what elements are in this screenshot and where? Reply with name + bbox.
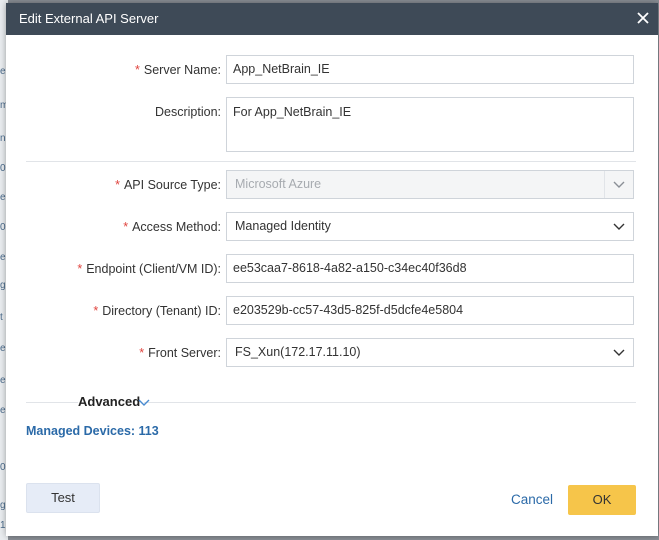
dialog-title: Edit External API Server: [19, 11, 159, 26]
chevron-down-icon[interactable]: [138, 398, 150, 407]
test-button[interactable]: Test: [26, 483, 100, 513]
advanced-toggle[interactable]: Advanced: [78, 394, 145, 409]
description-textarea[interactable]: For App_NetBrain_IE: [226, 97, 634, 152]
endpoint-value: ee53caa7-8618-4a82-a150-c34ec40f36d8: [233, 261, 467, 275]
required-mark: *: [115, 178, 120, 192]
api-source-type-select: Microsoft Azure: [226, 170, 634, 199]
required-mark: *: [123, 220, 129, 234]
required-mark: *: [135, 63, 140, 77]
cancel-button[interactable]: Cancel: [511, 492, 553, 507]
access-method-value: Managed Identity: [235, 219, 331, 233]
dialog-titlebar: Edit External API Server: [6, 3, 658, 35]
endpoint-input[interactable]: ee53caa7-8618-4a82-a150-c34ec40f36d8: [226, 254, 634, 283]
edit-external-api-server-dialog: Edit External API Server * Server Name: A…: [6, 3, 658, 536]
managed-devices-link[interactable]: Managed Devices: 113: [26, 424, 159, 438]
section-divider: [26, 161, 636, 162]
front-server-value: FS_Xun(172.17.11.10): [235, 345, 361, 359]
server-name-value: App_NetBrain_IE: [233, 62, 330, 76]
description-value: For App_NetBrain_IE: [233, 105, 352, 119]
access-method-label: * Access Method:: [123, 220, 221, 234]
api-source-type-value: Microsoft Azure: [235, 177, 322, 191]
api-source-type-label: * API Source Type:: [115, 178, 221, 192]
front-server-label: * Front Server:: [139, 346, 221, 360]
chevron-down-icon: [613, 223, 625, 230]
directory-label: * Directory (Tenant) ID:: [93, 304, 221, 318]
required-mark: *: [77, 262, 83, 276]
advanced-label: Advanced: [78, 394, 141, 409]
description-label: Description:: [155, 105, 221, 119]
server-name-input[interactable]: App_NetBrain_IE: [226, 55, 634, 84]
required-mark: *: [93, 304, 99, 318]
access-method-select[interactable]: Managed Identity: [226, 212, 634, 241]
chevron-down-icon: [613, 349, 625, 356]
required-mark: *: [139, 346, 145, 360]
front-server-select[interactable]: FS_Xun(172.17.11.10): [226, 338, 634, 367]
ok-button[interactable]: OK: [568, 485, 636, 515]
server-name-label: * Server Name:: [135, 63, 221, 77]
chevron-down-icon: [604, 171, 625, 198]
directory-input[interactable]: e203529b-cc57-43d5-825f-d5dcfe4e5804: [226, 296, 634, 325]
close-icon[interactable]: [634, 9, 652, 27]
endpoint-label: * Endpoint (Client/VM ID):: [77, 262, 221, 276]
directory-value: e203529b-cc57-43d5-825f-d5dcfe4e5804: [233, 303, 464, 317]
